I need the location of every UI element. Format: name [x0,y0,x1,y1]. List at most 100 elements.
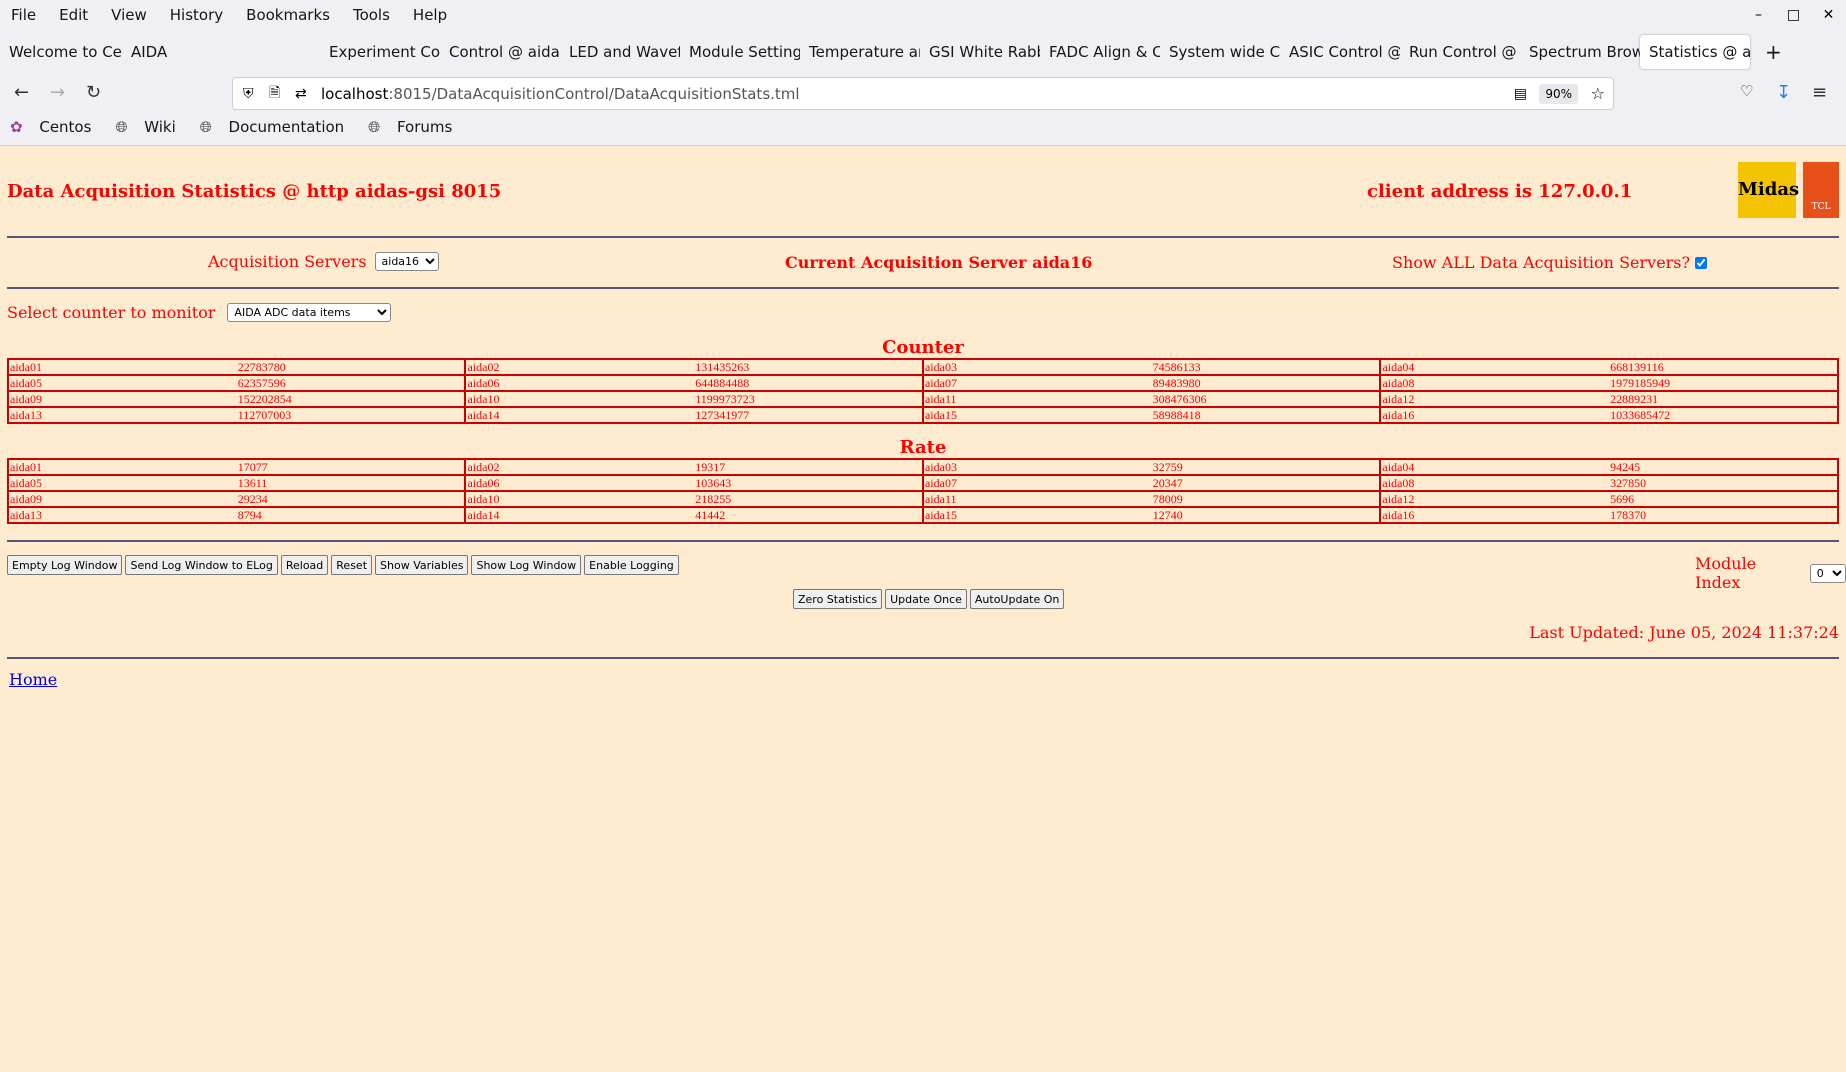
module-value: 29234 [236,490,467,508]
bookmark-forums[interactable]: 🌐︎ Forums [368,118,464,136]
back-icon[interactable]: ← [14,82,29,103]
browser-tab[interactable]: Module Settings [680,35,800,69]
zero-statistics-button[interactable]: Zero Statistics [793,589,883,609]
browser-tab[interactable]: Spectrum Brows [1520,35,1640,69]
module-value: 5696 [1609,490,1839,508]
page-content: Data Acquisition Statistics @ http aidas… [0,146,1846,1072]
acquisition-server-select[interactable]: aida16 [374,252,439,271]
module-name: aida05 [7,374,237,392]
browser-tab[interactable]: Experiment Cont [320,35,440,69]
module-value: 127341977 [694,406,924,424]
module-name: aida02 [464,458,695,476]
table-row: aida05 13611 aida06 103643 aida07 20347 aida08… [7,474,1839,492]
reload-button[interactable]: Reload [280,555,329,575]
table-row: aida09 29234 aida10 218255 aida11 78009 aida12… [7,490,1839,508]
send-log-window-to-elog-button[interactable]: Send Log Window to ELog [125,555,278,575]
browser-tab[interactable]: FADC Align & Co [1040,35,1160,69]
tab-label: GSI White Rabbi [929,43,1040,61]
reader-view-icon[interactable]: ▤ [1514,86,1527,102]
browser-tab[interactable]: Run Control @ a [1400,35,1520,69]
tab-label: LED and Wavefo [569,43,680,61]
show-all-checkbox[interactable] [1695,256,1708,269]
minimize-icon[interactable]: – [1741,7,1776,23]
module-name: aida13 [7,506,237,524]
module-name: aida16 [1379,406,1610,424]
browser-tab[interactable]: System wide Ch [1160,35,1280,69]
client-address: client address is 127.0.0.1 [1367,181,1633,202]
counter-heading: Counter [882,337,964,358]
update-once-button[interactable]: Update Once [885,589,967,609]
enable-logging-button[interactable]: Enable Logging [584,555,679,575]
menu-history[interactable]: History [170,6,223,24]
new-tab-icon[interactable]: + [1756,35,1791,69]
counter-select[interactable]: AIDA ADC data items [227,303,392,322]
module-value: 89483980 [1151,374,1382,392]
table-row: aida13 112707003 aida14 127341977 aida15 5898… [7,406,1839,424]
permissions-icon[interactable]: ⇄ [295,86,307,102]
zoom-level[interactable]: 90% [1539,84,1578,104]
module-value: 58988418 [1151,406,1382,424]
module-value: 19317 [694,458,924,476]
module-name: aida12 [1379,390,1610,408]
menu-bookmarks[interactable]: Bookmarks [246,6,330,24]
browser-tab[interactable]: ASIC Control @ [1280,35,1400,69]
menu-tools[interactable]: Tools [353,6,390,24]
browser-tab[interactable]: Control @ aidas [440,35,560,69]
tcl-logo: TCL [1803,162,1839,218]
module-value: 178370 [1609,506,1839,524]
nav-bar: ← → ↻ ⛨ 🗎 ⇄ localhost:8015/DataAcquisiti… [0,74,1846,114]
tab-label: Statistics @ ai [1649,43,1750,61]
menu-file[interactable]: File [11,6,36,24]
menu-edit[interactable]: Edit [59,6,88,24]
module-name: aida15 [921,506,1152,524]
url-text: localhost:8015/DataAcquisitionControl/Da… [321,84,800,103]
tab-label: Run Control @ a [1409,43,1520,61]
table-row: aida01 17077 aida02 19317 aida03 32759 aida04 9… [7,458,1839,476]
show-variables-button[interactable]: Show Variables [375,555,469,575]
module-name: aida11 [921,390,1152,408]
url-bar[interactable]: ⛨ 🗎 ⇄ localhost:8015/DataAcquisitionCont… [232,77,1614,110]
pocket-icon[interactable]: ♡ [1740,82,1753,100]
browser-tab[interactable]: Welcome to Cen [0,35,122,69]
close-window-icon[interactable]: ✕ [1811,7,1846,23]
show-log-window-button[interactable]: Show Log Window [471,555,582,575]
browser-tab[interactable]: Statistics @ ai✕ [1640,35,1750,69]
counter-table: aida01 22783780 aida02 131435263 aida03 74586… [7,358,1839,424]
hamburger-menu-icon[interactable]: ≡ [1812,82,1827,103]
browser-tab[interactable]: GSI White Rabbi [920,35,1040,69]
browser-tab[interactable]: LED and Wavefo [560,35,680,69]
browser-tab[interactable]: AIDA [122,35,242,69]
table-row: aida01 22783780 aida02 131435263 aida03 74586… [7,358,1839,376]
last-updated: Last Updated: June 05, 2024 11:37:24 [1529,623,1839,642]
module-value: 1033685472 [1609,406,1839,424]
forward-icon[interactable]: → [50,82,65,103]
module-index-select[interactable]: 0 [1809,563,1846,583]
module-value: 41442 [694,506,924,524]
module-value: 22889231 [1609,390,1839,408]
menu-view[interactable]: View [111,6,147,24]
module-value: 12740 [1151,506,1382,524]
module-value: 112707003 [236,406,467,424]
download-icon[interactable]: ↧ [1776,82,1791,103]
tab-label: FADC Align & Co [1049,43,1160,61]
maximize-icon[interactable]: □ [1776,7,1811,23]
empty-log-window-button[interactable]: Empty Log Window [7,555,123,575]
bookmark-documentation[interactable]: 🌐︎ Documentation [200,118,356,136]
menu-help[interactable]: Help [413,6,447,24]
module-name: aida07 [921,374,1152,392]
module-name: aida08 [1379,374,1610,392]
autoupdate-on-button[interactable]: AutoUpdate On [969,589,1065,609]
bookmark-centos[interactable]: ✿ Centos [10,118,103,136]
tab-label: Experiment Cont [329,43,440,61]
reload-icon[interactable]: ↻ [86,82,101,103]
bookmark-star-icon[interactable]: ☆ [1591,84,1605,103]
module-name: aida12 [1379,490,1610,508]
reset-button[interactable]: Reset [331,555,373,575]
divider [7,287,1839,289]
tab-label: Spectrum Brows [1529,43,1640,61]
module-value: 62357596 [236,374,467,392]
browser-tab[interactable]: Temperature and [800,35,920,69]
home-link[interactable]: Home [9,670,57,689]
bookmark-wiki[interactable]: 🌐︎ Wiki [115,118,187,136]
current-server: Current Acquisition Server aida16 [785,253,1093,272]
